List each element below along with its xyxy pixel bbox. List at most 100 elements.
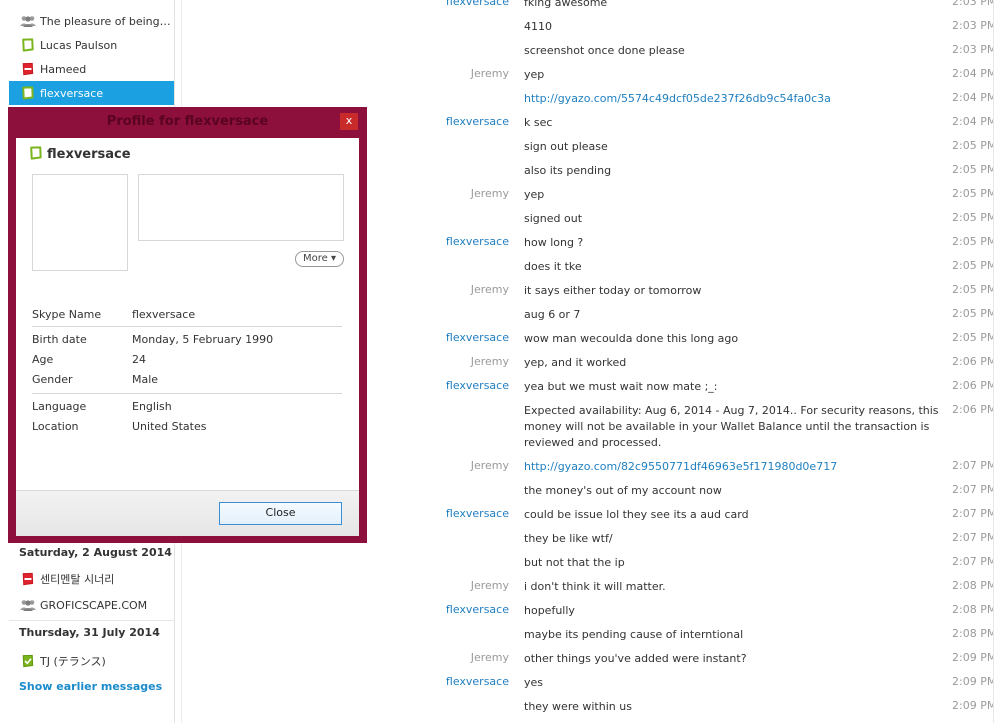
message-sender[interactable]: Jeremy xyxy=(471,459,509,472)
message-sender[interactable]: Jeremy xyxy=(471,355,509,368)
dialog-titlebar[interactable]: Profile for flexversace x xyxy=(8,107,367,138)
contact-item[interactable]: GROFICSCAPE.COM xyxy=(9,593,174,617)
message-text: also its pending xyxy=(524,164,612,177)
contact-item[interactable]: 센티멘탈 시너리 xyxy=(9,567,174,591)
message-sender[interactable]: flexversace xyxy=(446,675,509,688)
avatar xyxy=(32,174,128,271)
message-text: wow man wecoulda done this long ago xyxy=(524,332,739,345)
message-text: k sec xyxy=(524,116,553,129)
message-timestamp: 2:07 PM xyxy=(952,507,997,520)
message-timestamp: 2:07 PM xyxy=(952,459,997,472)
message-timestamp: 2:09 PM xyxy=(952,675,997,688)
close-button[interactable]: Close xyxy=(219,502,342,525)
message-link[interactable]: http://gyazo.com/5574c49dcf05de237f26db9… xyxy=(524,91,944,107)
contact-item[interactable]: Hameed xyxy=(9,57,174,81)
message-text: they be like wtf/ xyxy=(524,532,613,545)
message-text: yep xyxy=(524,68,545,81)
message-text: screenshot once done please xyxy=(524,44,685,57)
message-text: other things you've added were instant? xyxy=(524,652,747,665)
skype-name-value: flexversace xyxy=(132,308,196,321)
message-sender[interactable]: flexversace xyxy=(446,0,509,8)
message-text: 4110 xyxy=(524,20,552,33)
contact-label: TJ (テランス) xyxy=(40,655,106,668)
message-sender[interactable]: flexversace xyxy=(446,235,509,248)
message-timestamp: 2:05 PM xyxy=(952,139,997,152)
message-text: could be issue lol they see its a aud ca… xyxy=(524,508,749,521)
message-text: signed out xyxy=(524,212,583,225)
more-button[interactable]: More ▾ xyxy=(295,251,344,267)
profile-name: flexversace xyxy=(47,147,131,162)
message-sender[interactable]: Jeremy xyxy=(471,283,509,296)
chat-scrollbar[interactable] xyxy=(993,0,1005,723)
contact-item[interactable]: Lucas Paulson xyxy=(9,33,174,57)
message-timestamp: 2:05 PM xyxy=(952,163,997,176)
contact-label: 센티멘탈 시너리 xyxy=(40,573,115,586)
message-timestamp: 2:04 PM xyxy=(952,91,997,104)
day-header-saturday: Saturday, 2 August 2014 xyxy=(19,546,172,559)
message-sender[interactable]: Jeremy xyxy=(471,67,509,80)
message-timestamp: 2:03 PM xyxy=(952,19,997,32)
message-sender[interactable]: Jeremy xyxy=(471,187,509,200)
birth-date-label: Birth date xyxy=(32,333,87,346)
message-timestamp: 2:05 PM xyxy=(952,259,997,272)
separator xyxy=(32,326,342,327)
status-busy-icon xyxy=(17,61,39,77)
message-timestamp: 2:08 PM xyxy=(952,603,997,616)
group-icon xyxy=(17,13,39,29)
message-text: the money's out of my account now xyxy=(524,484,722,497)
message-text: hopefully xyxy=(524,604,575,617)
contact-label: The pleasure of being cu... xyxy=(40,14,174,28)
contact-item[interactable]: flexversace xyxy=(9,81,174,105)
dialog-footer: Close xyxy=(16,490,359,536)
profile-header: flexversace xyxy=(28,145,131,164)
message-timestamp: 2:05 PM xyxy=(952,307,997,320)
message-text: yea but we must wait now mate ;_: xyxy=(524,380,718,393)
group-icon xyxy=(17,597,39,613)
status-offline-icon xyxy=(17,37,39,53)
contact-label: Hameed xyxy=(40,62,87,76)
status-busy-icon xyxy=(17,571,39,587)
profile-dialog: Profile for flexversace x flexversace Mo… xyxy=(8,107,367,543)
message-timestamp: 2:09 PM xyxy=(952,699,997,712)
message-timestamp: 2:05 PM xyxy=(952,211,997,224)
message-text: maybe its pending cause of interntional xyxy=(524,628,744,641)
message-timestamp: 2:07 PM xyxy=(952,531,997,544)
message-sender[interactable]: flexversace xyxy=(446,603,509,616)
close-icon[interactable]: x xyxy=(340,113,358,130)
gender-label: Gender xyxy=(32,373,73,386)
message-text: but not that the ip xyxy=(524,556,625,569)
status-offline-icon xyxy=(28,145,44,164)
message-text: sign out please xyxy=(524,140,608,153)
message-text: they were within us xyxy=(524,700,632,713)
chevron-down-icon: ▾ xyxy=(330,253,336,264)
message-text: how long ? xyxy=(524,236,584,249)
contact-item[interactable]: TJ (テランス) xyxy=(9,649,174,673)
message-text: does it tke xyxy=(524,260,582,273)
divider xyxy=(9,620,174,621)
message-sender[interactable]: flexversace xyxy=(446,115,509,128)
message-timestamp: 2:07 PM xyxy=(952,555,997,568)
contact-label: GROFICSCAPE.COM xyxy=(40,598,148,612)
language-label: Language xyxy=(32,400,87,413)
message-timestamp: 2:06 PM xyxy=(952,379,997,392)
skype-name-label: Skype Name xyxy=(32,308,102,321)
message-timestamp: 2:08 PM xyxy=(952,627,997,640)
message-sender[interactable]: flexversace xyxy=(446,507,509,520)
message-timestamp: 2:08 PM xyxy=(952,579,997,592)
location-label: Location xyxy=(32,420,79,433)
location-value: United States xyxy=(132,420,207,433)
contact-label: flexversace xyxy=(40,86,104,100)
age-value: 24 xyxy=(132,353,146,366)
message-sender[interactable]: Jeremy xyxy=(471,579,509,592)
message-sender[interactable]: Jeremy xyxy=(471,651,509,664)
message-link[interactable]: http://gyazo.com/82c9550771df46963e5f171… xyxy=(524,459,944,475)
message-timestamp: 2:03 PM xyxy=(952,43,997,56)
message-timestamp: 2:05 PM xyxy=(952,283,997,296)
message-sender[interactable]: flexversace xyxy=(446,379,509,392)
contact-item[interactable]: The pleasure of being cu... xyxy=(9,9,174,33)
status-online-icon xyxy=(17,653,39,669)
message-text: it says either today or tomorrow xyxy=(524,284,702,297)
message-sender[interactable]: flexversace xyxy=(446,331,509,344)
show-earlier-messages-link[interactable]: Show earlier messages xyxy=(19,680,162,693)
message-timestamp: 2:07 PM xyxy=(952,483,997,496)
